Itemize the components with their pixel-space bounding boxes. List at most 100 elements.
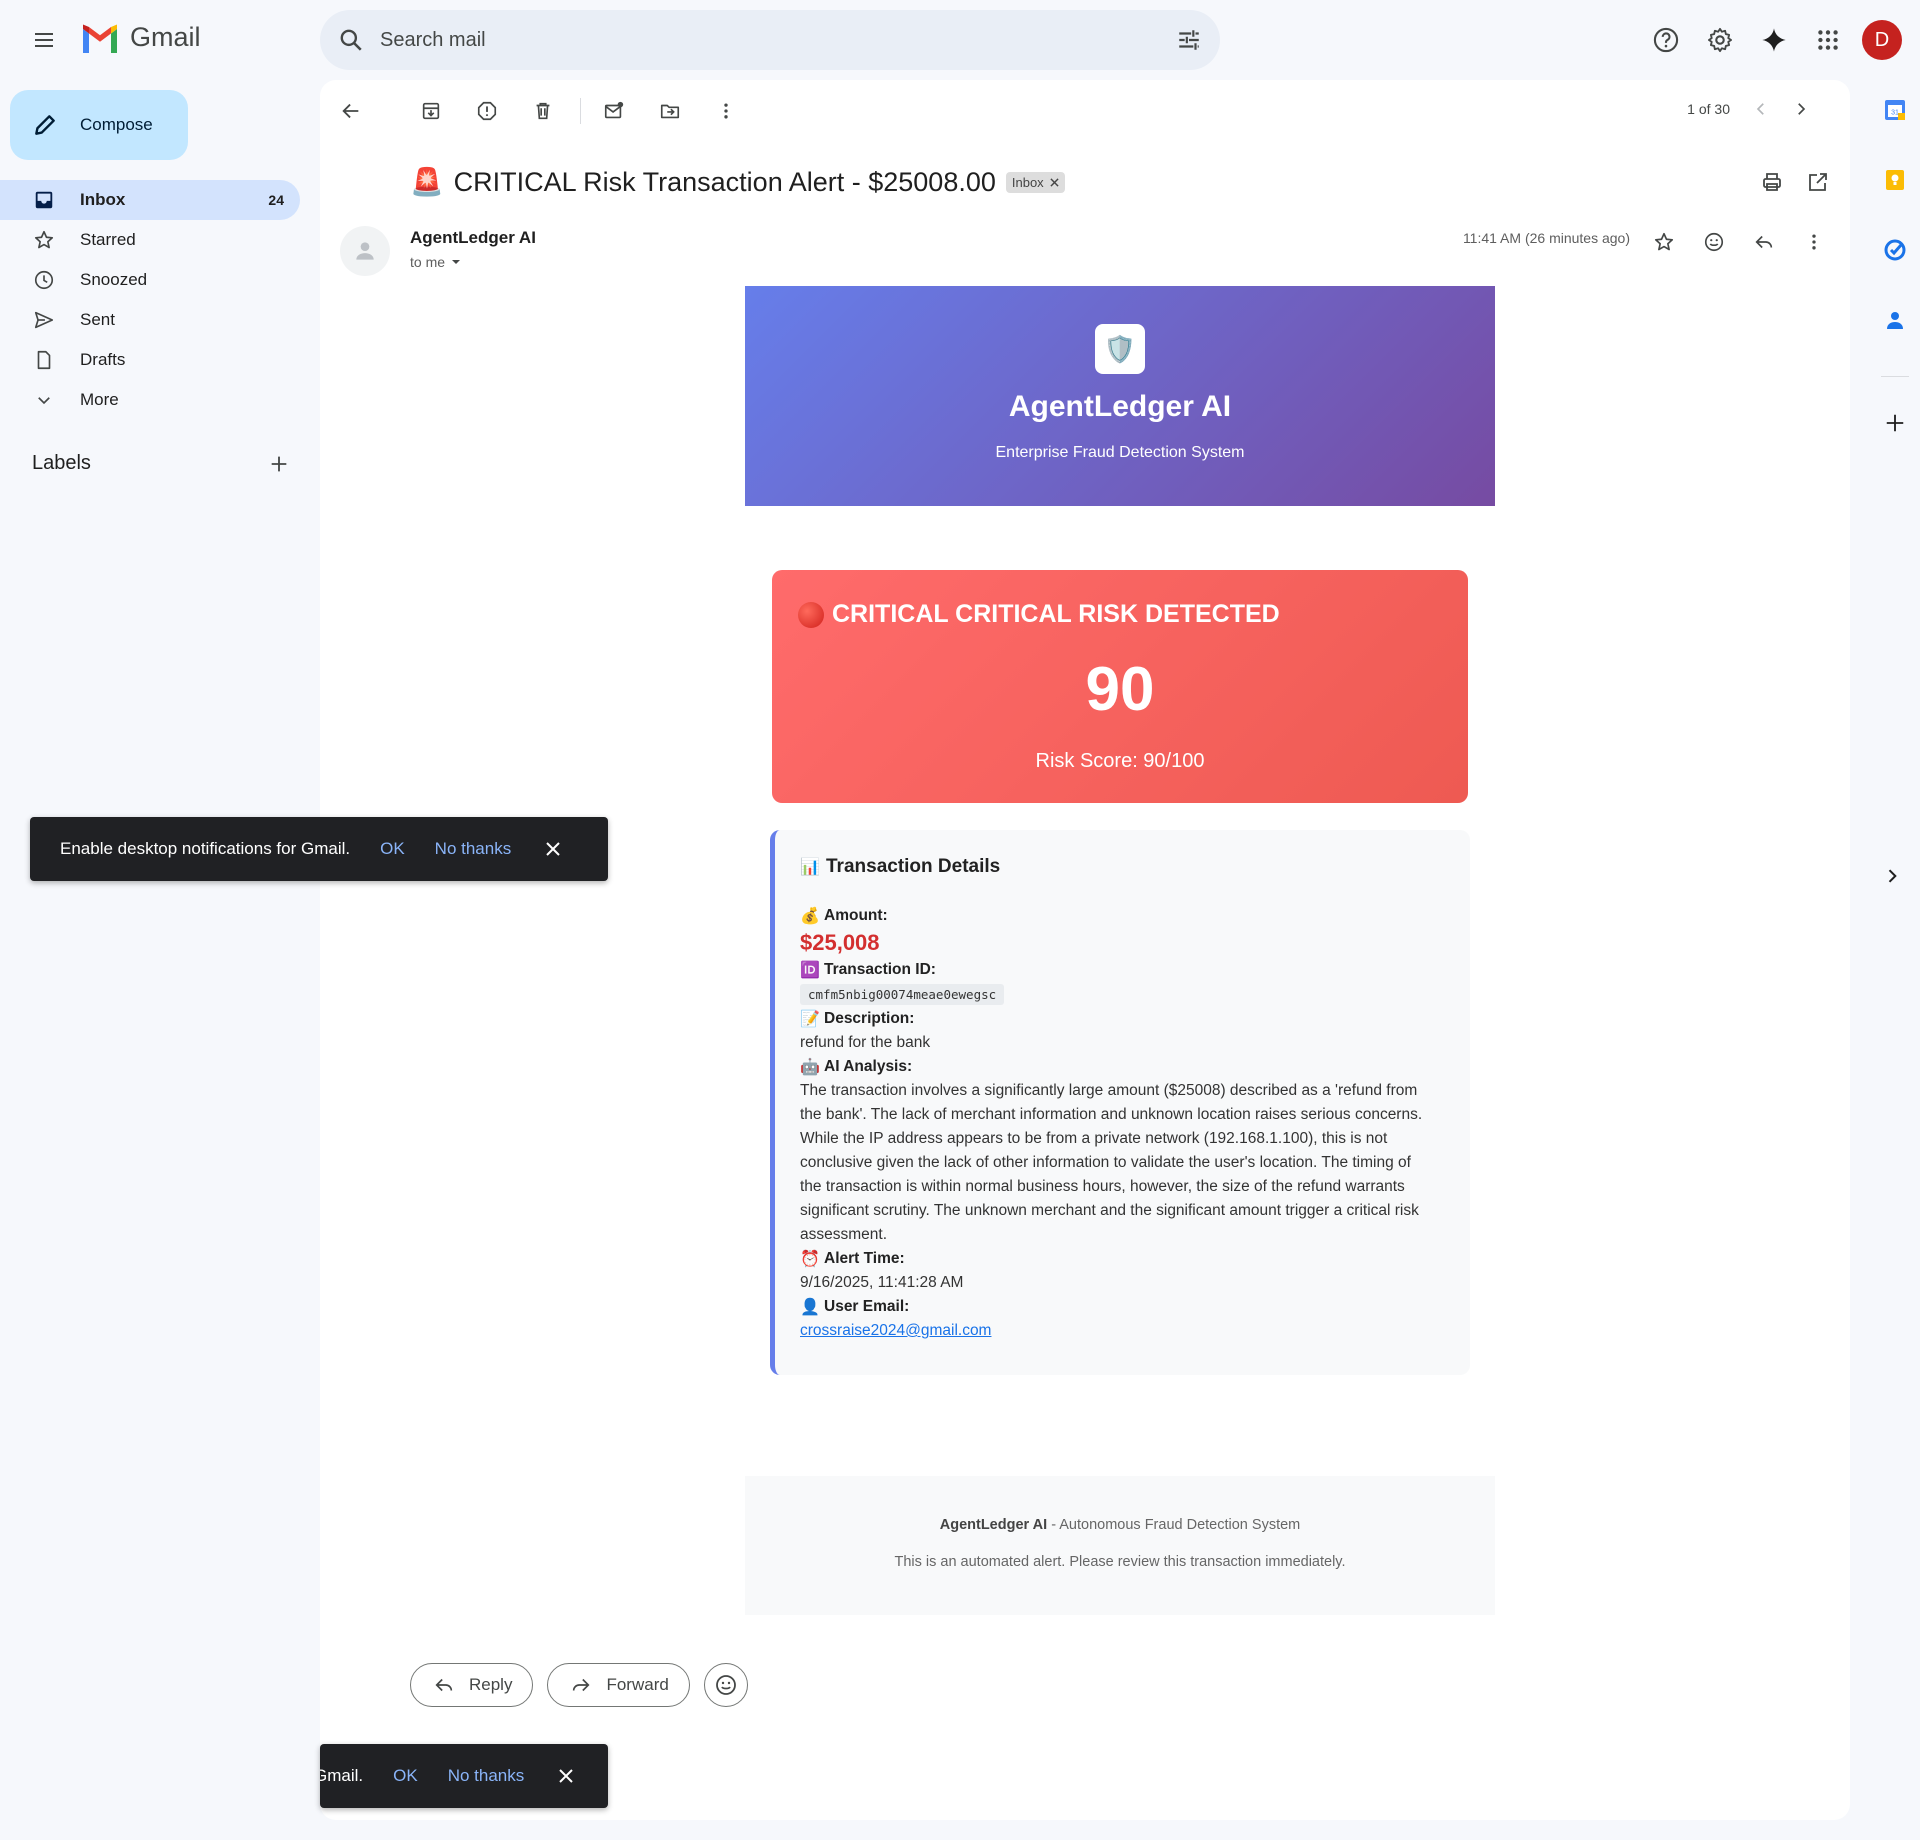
contacts-app-button[interactable] [1875, 300, 1915, 340]
side-panel-divider [1881, 376, 1909, 377]
report-spam-button[interactable] [468, 92, 506, 130]
snackbar-close-button[interactable] [545, 841, 561, 857]
message-more-button[interactable] [1796, 224, 1832, 260]
calendar-app-button[interactable]: 31 [1875, 90, 1915, 130]
notifications-snackbar-duplicate: Gmail. OK No thanks [320, 1744, 608, 1808]
chart-emoji: 📊 [800, 859, 820, 876]
reply-icon [1755, 235, 1773, 249]
delete-button[interactable] [524, 92, 562, 130]
ai-analysis-label: 🤖 AI Analysis: [800, 1055, 1470, 1079]
close-icon [546, 842, 560, 856]
ai-analysis-value: The transaction involves a significantly… [800, 1082, 1423, 1243]
sidebar-item-snoozed[interactable]: Snoozed [0, 260, 300, 300]
id-emoji: 🆔 [800, 962, 820, 979]
sender-avatar[interactable] [340, 226, 390, 276]
snackbar-ok-button[interactable]: OK [380, 839, 405, 859]
archive-button[interactable] [412, 92, 450, 130]
snackbar-message: Gmail. [320, 1766, 364, 1785]
amount-label: 💰 Amount: [800, 904, 1470, 928]
reply-actions: Reply Forward [410, 1663, 748, 1707]
search-icon[interactable] [338, 27, 364, 53]
sidebar-item-more[interactable]: More [0, 380, 300, 420]
snackbar-ok-button[interactable]: OK [393, 1766, 418, 1786]
gmail-logo[interactable]: Gmail [80, 22, 201, 53]
search-bar[interactable]: Search mail [320, 10, 1220, 70]
show-side-panel-button[interactable] [1882, 866, 1902, 886]
user-email-link[interactable]: crossraise2024@gmail.com [800, 1322, 991, 1339]
transaction-id-label: 🆔 Transaction ID: [800, 958, 1470, 982]
gmail-m-icon [83, 24, 117, 53]
main-menu-button[interactable] [24, 20, 64, 60]
label-chip-inbox[interactable]: Inbox [1005, 171, 1065, 193]
tasks-app-button[interactable] [1875, 230, 1915, 270]
transaction-id-value: cmfm5nbig00074meae0ewegsc [800, 984, 1005, 1005]
sidebar-item-drafts[interactable]: Drafts [0, 340, 300, 380]
gemini-button[interactable] [1750, 18, 1798, 62]
caret-down-icon [452, 260, 461, 264]
open-in-new-icon[interactable] [1806, 170, 1830, 194]
react-button[interactable] [1696, 224, 1732, 260]
star-button[interactable] [1646, 224, 1682, 260]
chevron-right-icon[interactable] [1792, 100, 1810, 118]
chevron-left-icon[interactable] [1752, 100, 1770, 118]
emoji-icon [1704, 232, 1724, 252]
alert-time-label: ⏰ Alert Time: [800, 1247, 1470, 1271]
compose-button[interactable]: Compose [10, 90, 188, 160]
keep-app-button[interactable] [1875, 160, 1915, 200]
shield-icon: 🛡️ [1095, 324, 1145, 374]
description-value: refund for the bank [800, 1034, 931, 1051]
reply-icon [435, 1678, 453, 1692]
plus-icon[interactable] [268, 453, 290, 475]
calendar-icon: 31 [1885, 100, 1905, 120]
apps-button[interactable] [1804, 18, 1852, 62]
ai-analysis-label-text: AI Analysis: [824, 1058, 913, 1075]
sidebar-item-inbox[interactable]: Inbox 24 [0, 180, 300, 220]
sender-name[interactable]: AgentLedger AI [410, 228, 536, 248]
risk-heading-text: CRITICAL CRITICAL RISK DETECTED [832, 600, 1280, 628]
recipient-details[interactable]: to me [410, 254, 461, 270]
sidebar-item-sent[interactable]: Sent [0, 300, 300, 340]
print-icon[interactable] [1760, 170, 1784, 194]
details-heading: 📊 Transaction Details [800, 856, 1470, 878]
search-input[interactable]: Search mail [380, 29, 1176, 52]
snackbar-no-thanks-button[interactable]: No thanks [435, 839, 512, 859]
subject-text: CRITICAL Risk Transaction Alert - $25008… [453, 166, 996, 197]
sidebar-item-starred[interactable]: Starred [0, 220, 300, 260]
email-footer: AgentLedger AI - Autonomous Fraud Detect… [745, 1476, 1495, 1615]
forward-label: Forward [606, 1675, 669, 1694]
pagination: 1 of 30 [1687, 100, 1810, 118]
banner-subtitle: Enterprise Fraud Detection System [995, 444, 1245, 461]
toolbar-divider [580, 98, 581, 124]
pencil-icon [35, 115, 55, 135]
snackbar-no-thanks-button[interactable]: No thanks [448, 1766, 525, 1786]
inbox-icon [32, 188, 56, 212]
emoji-react-button[interactable] [703, 1663, 748, 1707]
reply-button-top[interactable] [1746, 224, 1782, 260]
plus-icon [1886, 414, 1904, 432]
mark-unread-button[interactable] [595, 92, 633, 130]
forward-button[interactable]: Forward [547, 1663, 690, 1707]
sidebar-item-label: Starred [80, 230, 136, 249]
sidebar-item-label: Drafts [80, 350, 126, 369]
settings-button[interactable] [1696, 18, 1744, 62]
search-options-icon[interactable] [1176, 27, 1202, 53]
account-avatar[interactable]: D [1862, 20, 1902, 60]
support-button[interactable] [1642, 18, 1690, 62]
back-button[interactable] [332, 92, 370, 130]
alert-time-value: 9/16/2025, 11:41:28 AM [800, 1274, 964, 1291]
forward-icon [573, 1678, 590, 1692]
tasks-icon [1884, 239, 1906, 261]
amount-value: $25,008 [800, 930, 880, 955]
compose-label: Compose [80, 115, 153, 134]
recipient-text: to me [410, 254, 446, 270]
robot-emoji: 🤖 [800, 1059, 820, 1076]
report-icon [477, 101, 497, 121]
move-to-button[interactable] [651, 92, 689, 130]
chevron-right-icon [1888, 869, 1897, 883]
get-addons-button[interactable] [1875, 403, 1915, 443]
description-label: 📝 Description: [800, 1007, 1470, 1031]
reply-button[interactable]: Reply [410, 1663, 534, 1707]
remove-label-icon[interactable] [1050, 177, 1059, 187]
more-options-button[interactable] [707, 92, 745, 130]
snackbar-close-button[interactable] [558, 1768, 574, 1784]
